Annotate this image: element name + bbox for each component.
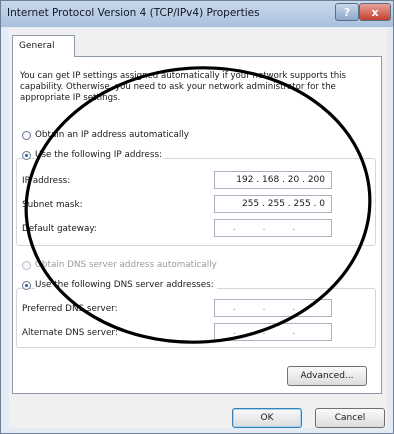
default-gateway-field[interactable]: . . . <box>214 219 332 237</box>
default-gateway-label: Default gateway: <box>22 224 97 234</box>
description-text: You can get IP settings assigned automat… <box>20 71 347 103</box>
subnet-mask-label: Subnet mask: <box>22 200 83 210</box>
close-icon: x <box>371 5 379 19</box>
window-title: Internet Protocol Version 4 (TCP/IPv4) P… <box>7 7 260 19</box>
ok-button[interactable]: OK <box>232 408 302 428</box>
subnet-mask-field[interactable]: 255 . 255 . 255 . 0 <box>214 195 332 213</box>
help-icon: ? <box>343 5 351 19</box>
cancel-button[interactable]: Cancel <box>315 408 385 428</box>
preferred-dns-label: Preferred DNS server: <box>22 304 118 314</box>
close-button[interactable]: x <box>359 3 391 21</box>
tab-general[interactable]: General <box>12 35 75 57</box>
use-following-dns-radio[interactable] <box>22 281 31 290</box>
alternate-dns-field[interactable]: . . . <box>214 323 332 341</box>
obtain-ip-auto-radio[interactable] <box>22 131 31 140</box>
obtain-ip-auto-label[interactable]: Obtain an IP address automatically <box>35 130 189 140</box>
advanced-button[interactable]: Advanced... <box>287 366 367 386</box>
obtain-dns-auto-radio[interactable] <box>22 261 31 270</box>
preferred-dns-field[interactable]: . . . <box>214 299 332 317</box>
use-following-ip-radio[interactable] <box>22 151 31 160</box>
ip-address-label: IP address: <box>22 176 71 186</box>
alternate-dns-label: Alternate DNS server: <box>22 328 118 338</box>
title-bar[interactable]: Internet Protocol Version 4 (TCP/IPv4) P… <box>1 1 393 27</box>
help-button[interactable]: ? <box>335 3 359 21</box>
use-following-dns-label[interactable]: Use the following DNS server addresses: <box>35 280 217 290</box>
use-following-ip-label[interactable]: Use the following IP address: <box>35 150 166 160</box>
ip-address-field[interactable]: 192 . 168 . 20 . 200 <box>214 171 332 189</box>
obtain-dns-auto-label[interactable]: Obtain DNS server address automatically <box>35 260 217 270</box>
